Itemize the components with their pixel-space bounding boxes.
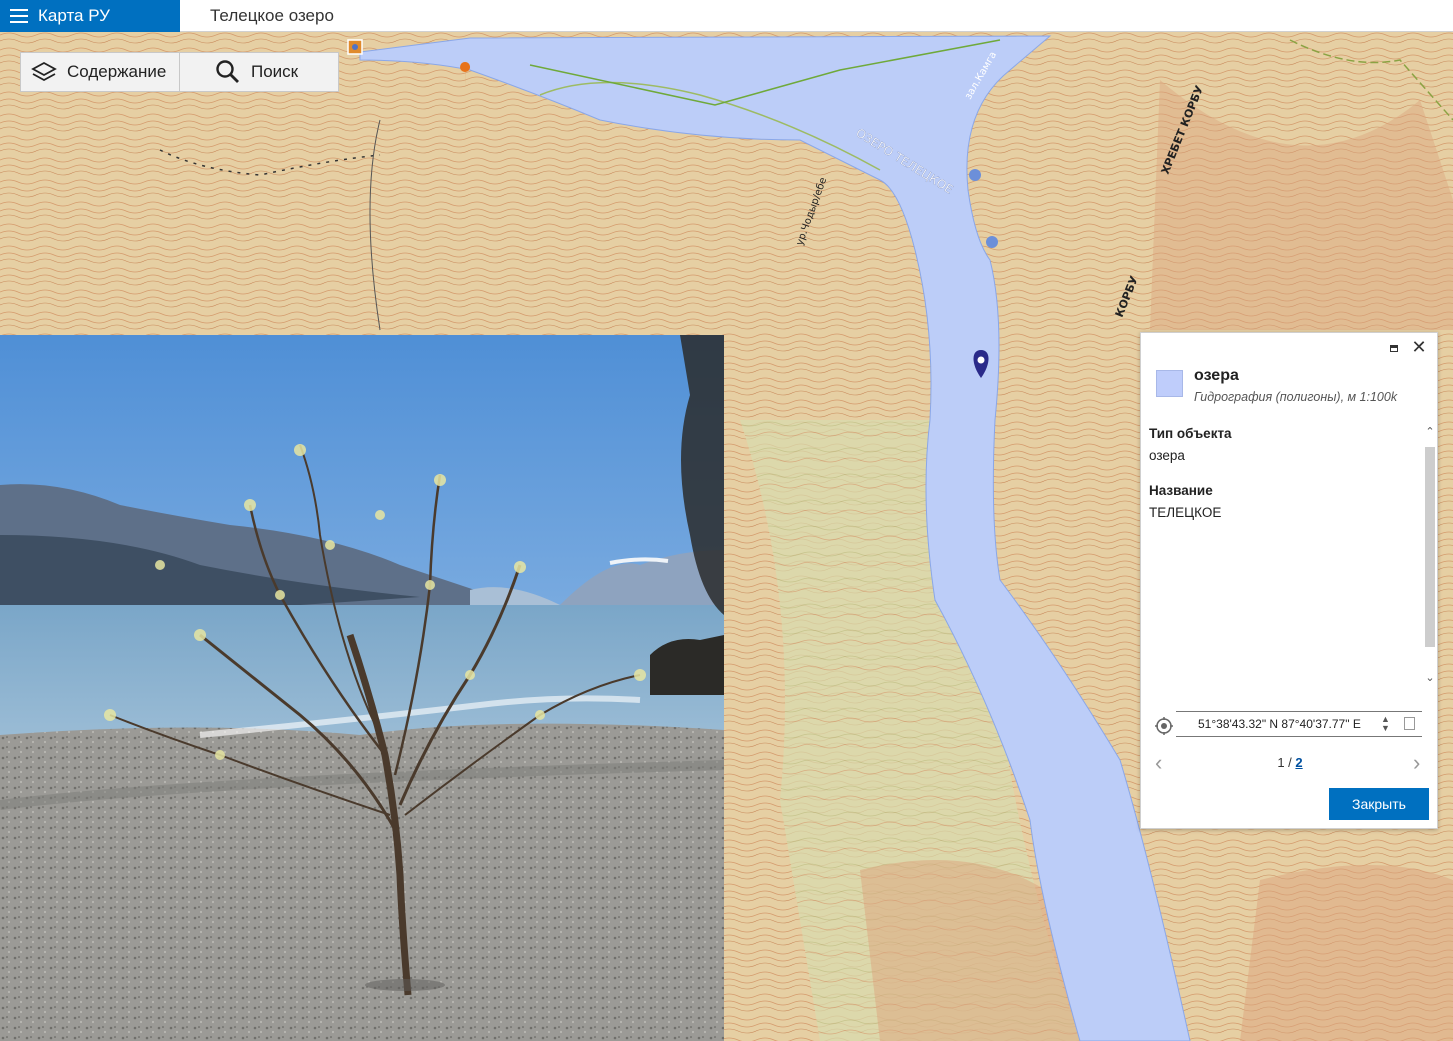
close-button[interactable]: Закрыть [1329, 788, 1429, 820]
scroll-up-icon[interactable]: ⌃ [1423, 425, 1437, 439]
lake-photo [0, 335, 724, 1041]
coordinate-row: 51°38'43.32" N 87°40'37.77" E ▲ ▼ [1141, 703, 1439, 743]
attribute-scrollbar[interactable]: ⌃ ⌄ [1423, 425, 1437, 687]
page-total-link[interactable]: 2 [1295, 755, 1302, 770]
layer-subtitle: Гидрография (полигоны), м 1:100k [1194, 390, 1398, 404]
hamburger-menu-icon[interactable] [10, 9, 28, 23]
contents-label: Содержание [67, 62, 167, 81]
page-title: Телецкое озеро [210, 6, 334, 25]
field-label-type: Тип объекта [1149, 426, 1232, 441]
village-marker-icon[interactable] [347, 39, 363, 55]
coordinate-field[interactable]: 51°38'43.32" N 87°40'37.77" E ▲ ▼ [1176, 711, 1422, 737]
maximize-icon[interactable] [1387, 341, 1401, 355]
feature-title: озера [1194, 367, 1239, 384]
feature-info-popup: ✕ озера Гидрография (полигоны), м 1:100k… [1140, 332, 1438, 829]
coordinate-value: 51°38'43.32" N 87°40'37.77" E [1198, 717, 1361, 731]
copy-icon[interactable] [1404, 717, 1415, 730]
field-value-type: озера [1149, 448, 1185, 463]
page-indicator: 1 / 2 [1141, 755, 1439, 770]
map-toolbar: Содержание Поиск [20, 52, 339, 92]
search-icon [216, 60, 239, 83]
result-pager: ‹ 1 / 2 › [1141, 751, 1439, 775]
app-menu-button[interactable]: Карта РУ [0, 0, 180, 32]
locate-icon[interactable] [1155, 717, 1173, 735]
layer-color-swatch [1156, 370, 1183, 397]
brand-label: Карта РУ [38, 6, 110, 25]
scroll-thumb[interactable] [1425, 447, 1435, 647]
field-value-name: ТЕЛЕЦКОЕ [1149, 505, 1222, 520]
format-spinner-icon[interactable]: ▲ ▼ [1381, 715, 1390, 733]
contents-button[interactable]: Содержание [20, 52, 180, 92]
field-label-name: Название [1149, 483, 1213, 498]
layers-icon [31, 61, 57, 82]
attribute-list: Тип объекта озера Название ТЕЛЕЦКОЕ [1149, 421, 1419, 691]
scroll-down-icon[interactable]: ⌄ [1423, 671, 1437, 685]
next-result-icon[interactable]: › [1413, 751, 1420, 775]
app-header: Карта РУ Телецкое озеро [0, 0, 1453, 32]
page-current: 1 / [1277, 755, 1292, 770]
search-label: Поиск [251, 62, 299, 81]
close-icon[interactable]: ✕ [1411, 338, 1427, 356]
search-button[interactable]: Поиск [180, 52, 339, 92]
